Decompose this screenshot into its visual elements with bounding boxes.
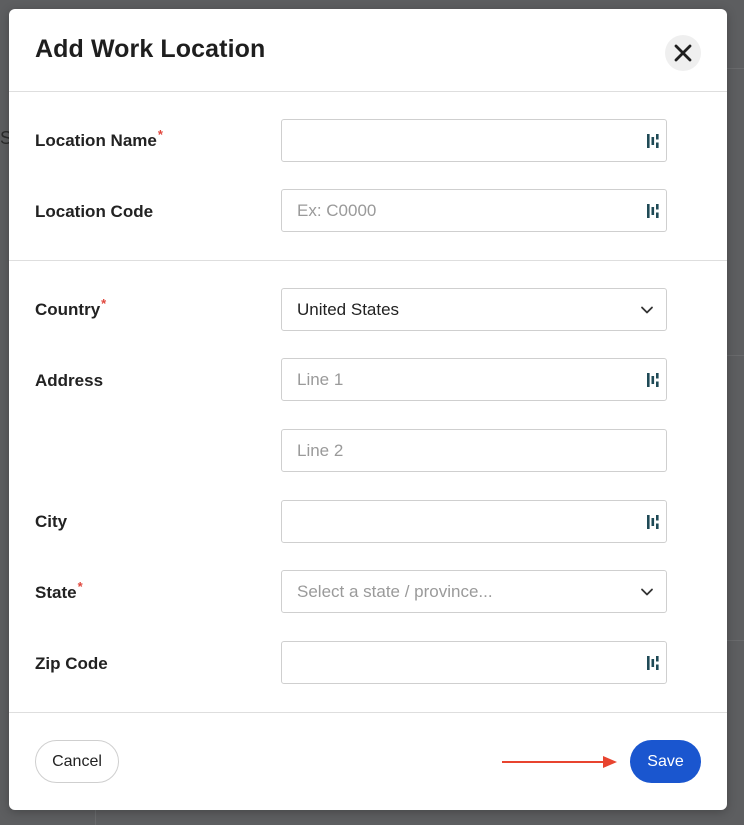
autofill-icon[interactable]: [646, 655, 660, 671]
footer-divider: [9, 712, 727, 713]
chevron-down-icon: [641, 588, 653, 596]
location-code-field[interactable]: [281, 189, 667, 232]
address-line1-field[interactable]: [281, 358, 667, 401]
required-marker: *: [77, 579, 83, 594]
dialog-title: Add Work Location: [35, 35, 266, 63]
country-selected-value: United States: [297, 300, 400, 319]
save-button[interactable]: Save: [630, 740, 701, 783]
location-name-field[interactable]: [281, 119, 667, 162]
country-select[interactable]: United States: [281, 288, 667, 331]
header-divider: [9, 91, 727, 92]
zip-code-label: Zip Code: [35, 654, 108, 673]
autofill-icon[interactable]: [646, 514, 660, 530]
location-code-input[interactable]: [282, 190, 666, 231]
address-line1-input[interactable]: [282, 359, 666, 400]
country-label: Country*: [35, 296, 107, 319]
chevron-down-icon: [641, 306, 653, 314]
location-code-label: Location Code: [35, 202, 154, 221]
zip-code-field[interactable]: [281, 641, 667, 684]
required-marker: *: [101, 296, 107, 311]
address-label: Address: [35, 371, 104, 390]
required-marker: *: [157, 127, 163, 142]
city-input[interactable]: [282, 501, 666, 542]
autofill-icon[interactable]: [646, 203, 660, 219]
city-label: City: [35, 512, 68, 531]
location-name-label: Location Name*: [35, 127, 163, 150]
section-divider: [9, 260, 727, 261]
add-work-location-dialog: Add Work Location Location Name* Locatio…: [9, 9, 727, 810]
annotation-arrow-icon: [502, 756, 617, 768]
autofill-icon[interactable]: [646, 372, 660, 388]
state-label: State*: [35, 579, 83, 602]
autofill-icon[interactable]: [646, 133, 660, 149]
zip-code-input[interactable]: [282, 642, 666, 683]
city-field[interactable]: [281, 500, 667, 543]
cancel-button[interactable]: Cancel: [35, 740, 119, 783]
state-placeholder: Select a state / province...: [297, 582, 493, 601]
location-name-input[interactable]: [282, 120, 666, 161]
address-line2-field[interactable]: [281, 429, 667, 472]
close-icon: [674, 44, 692, 62]
address-line2-input[interactable]: [282, 430, 666, 471]
close-button[interactable]: [665, 35, 701, 71]
state-select[interactable]: Select a state / province...: [281, 570, 667, 613]
